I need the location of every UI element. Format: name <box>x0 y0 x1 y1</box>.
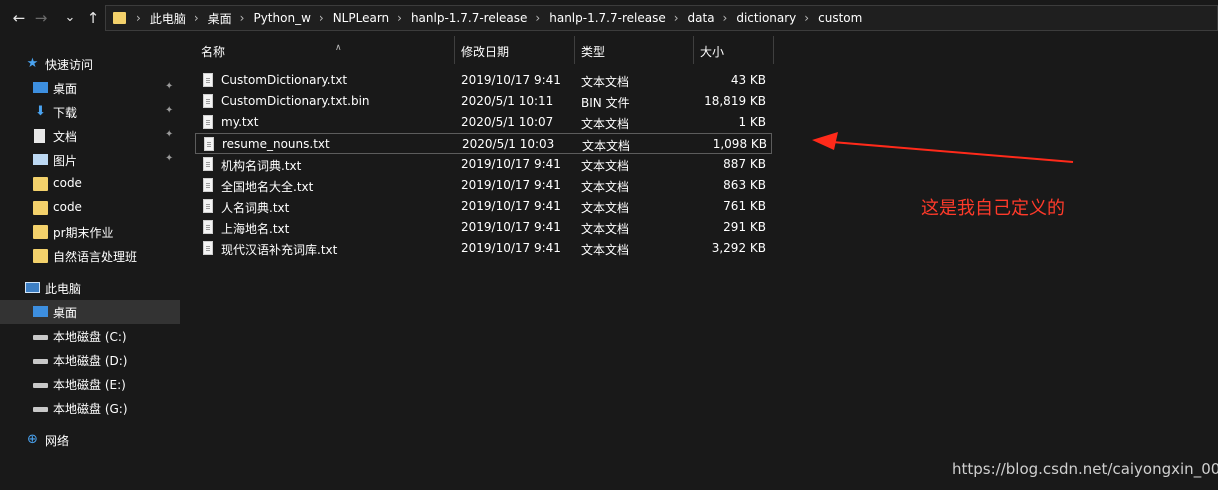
annotation-arrow <box>812 132 1074 163</box>
annotation-text: 这是我自己定义的 <box>921 198 1065 219</box>
watermark: https://blog.csdn.net/caiyongxin_001 <box>952 460 1218 478</box>
